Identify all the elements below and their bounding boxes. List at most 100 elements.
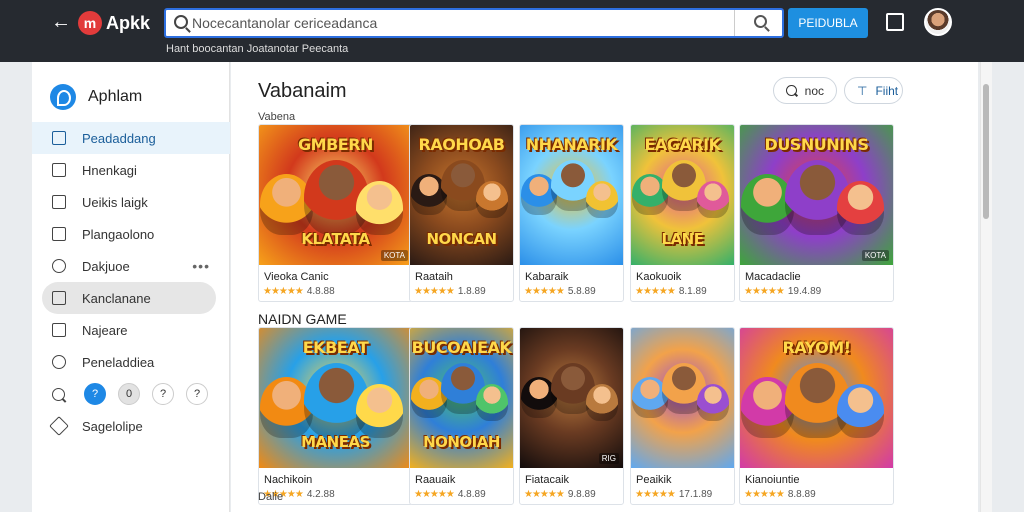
star-rating-icon: ★★★★★: [524, 489, 565, 500]
game-rating: ★★★★★ 5.8.89: [524, 286, 596, 297]
quick-pill-2[interactable]: ?: [152, 383, 174, 405]
sidebar-item-bottom[interactable]: Sagelolipe: [32, 410, 230, 442]
game-card[interactable]: GMBERN KLATATA KOTA Vieoka Canic ★★★★★ 4.8.88: [258, 124, 413, 302]
star-rating-icon: ★★★★★: [524, 286, 565, 297]
back-arrow-icon[interactable]: ←: [50, 10, 72, 34]
game-card[interactable]: RAYOM! Kianoiuntie ★★★★★ 8.8.89: [739, 327, 894, 505]
game-rating: ★★★★★ 8.1.89: [635, 286, 707, 297]
shield-icon: [52, 259, 66, 273]
game-rating: ★★★★★ 1.8.89: [414, 286, 486, 297]
search-bar[interactable]: [164, 8, 784, 38]
game-art-title: BUCOAIEAK: [411, 338, 512, 357]
sidebar-item-1[interactable]: Hnenkagi: [32, 154, 230, 186]
sidebar-item-6[interactable]: Najeare: [32, 314, 230, 346]
avatar[interactable]: [924, 8, 952, 36]
game-art-title: EAGARIK: [644, 135, 722, 154]
sidebar-item-label: Ueikis laigk: [82, 194, 148, 210]
logo-text: Apkk: [106, 12, 151, 33]
game-thumbnail[interactable]: [631, 328, 734, 468]
game-name: Vieoka Canic: [264, 271, 329, 283]
game-card[interactable]: DUSNUNINS KOTA Macadaclie ★★★★★ 19.4.89: [739, 124, 894, 302]
game-art-badge: KOTA: [861, 250, 889, 261]
game-card[interactable]: BUCOAIEAK NONOIAH Raauaik ★★★★★ 4.8.89: [409, 327, 514, 505]
game-art-subtitle: KLATATA: [301, 230, 370, 248]
game-art-title: NHANARIK: [525, 135, 618, 154]
breadcrumb[interactable]: Hant boocantan Joatanotar Peecanta: [166, 43, 348, 55]
character-figure: [586, 181, 618, 218]
notification-icon[interactable]: [886, 13, 904, 31]
game-art-title: DUSNUNINS: [764, 135, 869, 154]
rating-value: 8.1.89: [678, 286, 707, 297]
rating-value: 8.8.89: [787, 489, 816, 500]
game-thumbnail[interactable]: GMBERN KLATATA KOTA: [259, 125, 412, 265]
game-name: Kaokuoik: [636, 271, 682, 283]
rating-value: 4.8.88: [306, 286, 335, 297]
game-thumbnail[interactable]: EKBEAT MANEAS: [259, 328, 412, 468]
filter-chip[interactable]: ⊤ Fiiht: [844, 77, 903, 104]
game-thumbnail[interactable]: RAOHOAB NONCAN: [410, 125, 513, 265]
sidebar-item-3[interactable]: Plangaolono: [32, 218, 230, 250]
game-card[interactable]: EKBEAT MANEAS Nachikoin ★★★★★ 4.2.88: [258, 327, 413, 505]
game-thumbnail[interactable]: RAYOM!: [740, 328, 893, 468]
game-rating: ★★★★★ 19.4.89: [744, 286, 821, 297]
publish-button[interactable]: PEIDUBLA: [788, 8, 868, 38]
sidebar-header[interactable]: Aphlam: [50, 84, 142, 110]
sidebar-item-label: Sagelolipe: [82, 418, 143, 434]
game-thumbnail[interactable]: RIG: [520, 328, 623, 468]
sidebar-item-label: Najeare: [82, 322, 128, 338]
page-title: Vabanaim: [258, 80, 347, 102]
sidebar-item-7[interactable]: Peneladdiea: [32, 346, 230, 378]
game-thumbnail[interactable]: DUSNUNINS KOTA: [740, 125, 893, 265]
quick-pill-1[interactable]: 0: [118, 383, 140, 405]
quick-actions: ? 0 ? ?: [32, 378, 230, 410]
game-art-title: EKBEAT: [302, 338, 369, 357]
game-card[interactable]: EAGARIK LANE Kaokuoik ★★★★★ 8.1.89: [630, 124, 735, 302]
game-card[interactable]: NHANARIK Kabaraik ★★★★★ 5.8.89: [519, 124, 624, 302]
sidebar-item-4[interactable]: Dakjuoe •••: [32, 250, 230, 282]
search-input[interactable]: [192, 10, 732, 36]
game-thumbnail[interactable]: EAGARIK LANE: [631, 125, 734, 265]
top-bar: ← m Apkk PEIDUBLA Hant boocantan Joatano…: [0, 0, 1024, 62]
search-icon: [786, 85, 797, 96]
search-chip[interactable]: noc: [773, 77, 837, 104]
game-art-title: RAOHOAB: [418, 135, 505, 154]
rating-value: 4.8.89: [457, 489, 486, 500]
game-rating: ★★★★★ 9.8.89: [524, 489, 596, 500]
sidebar-item-label: Dakjuoe: [82, 258, 130, 274]
sidebar-item-label: Peadaddang: [82, 130, 156, 146]
search-submit-icon[interactable]: [754, 15, 767, 28]
app-logo[interactable]: m Apkk: [78, 10, 150, 36]
character-figure: [356, 384, 403, 438]
game-thumbnail[interactable]: BUCOAIEAK NONOIAH: [410, 328, 513, 468]
section-title: NAIDN GAME: [258, 311, 347, 327]
sidebar-item-5[interactable]: Kanclanane: [42, 282, 216, 314]
folder-icon: [52, 291, 66, 305]
sidebar-item-label: Peneladdiea: [82, 354, 155, 370]
sidebar-item-0[interactable]: Peadaddang: [32, 122, 230, 154]
rating-value: 17.1.89: [678, 489, 713, 500]
game-name: Fiatacaik: [525, 474, 570, 486]
quick-pill-3[interactable]: ?: [186, 383, 208, 405]
sidebar-item-label: Plangaolono: [82, 226, 155, 242]
star-rating-icon: ★★★★★: [635, 286, 676, 297]
character-figure: [586, 384, 618, 421]
scrollbar-thumb[interactable]: [983, 84, 989, 219]
game-card[interactable]: Peaikik ★★★★★ 17.1.89: [630, 327, 735, 505]
filter-icon: ⊤: [857, 83, 868, 98]
game-thumbnail[interactable]: NHANARIK: [520, 125, 623, 265]
rating-value: 5.8.89: [567, 286, 596, 297]
game-name: Peaikik: [636, 474, 672, 486]
game-rating: ★★★★★ 4.8.88: [263, 286, 335, 297]
sidebar-item-2[interactable]: Ueikis laigk: [32, 186, 230, 218]
game-name: Macadaclie: [745, 271, 801, 283]
quick-pill-0[interactable]: ?: [84, 383, 106, 405]
game-card[interactable]: RIG Fiatacaik ★★★★★ 9.8.89: [519, 327, 624, 505]
character-figure: [356, 181, 403, 235]
game-card[interactable]: RAOHOAB NONCAN Raataih ★★★★★ 1.8.89: [409, 124, 514, 302]
game-art-title: GMBERN: [298, 135, 373, 154]
game-name: Nachikoin: [264, 474, 313, 486]
character-figure: [837, 181, 884, 235]
more-icon[interactable]: •••: [192, 258, 210, 274]
search-icon[interactable]: [52, 387, 65, 401]
game-art-subtitle: NONOIAH: [423, 433, 500, 451]
